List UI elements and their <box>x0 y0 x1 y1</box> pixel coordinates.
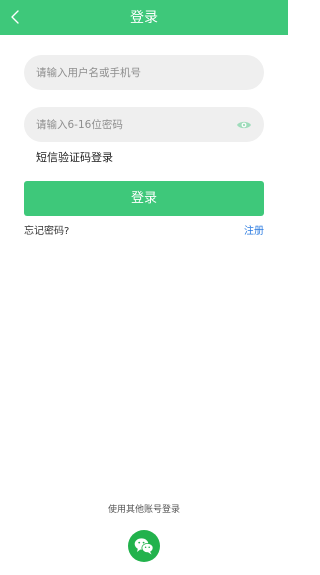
page-title: 登录 <box>130 10 158 26</box>
username-field <box>24 55 264 90</box>
password-input[interactable] <box>36 107 226 142</box>
username-input[interactable] <box>36 55 226 90</box>
sms-login-link[interactable]: 短信验证码登录 <box>36 150 113 166</box>
wechat-icon <box>134 538 154 555</box>
wechat-login-button[interactable] <box>128 530 160 562</box>
password-field <box>24 107 264 142</box>
login-button[interactable]: 登录 <box>24 181 264 216</box>
app-header: 登录 <box>0 0 288 35</box>
register-link[interactable]: 注册 <box>244 225 264 239</box>
password-visibility-toggle[interactable] <box>236 117 252 131</box>
other-login-label: 使用其他账号登录 <box>107 505 180 515</box>
eye-icon <box>237 121 251 129</box>
forgot-password-link[interactable]: 忘记密码? <box>24 225 69 239</box>
